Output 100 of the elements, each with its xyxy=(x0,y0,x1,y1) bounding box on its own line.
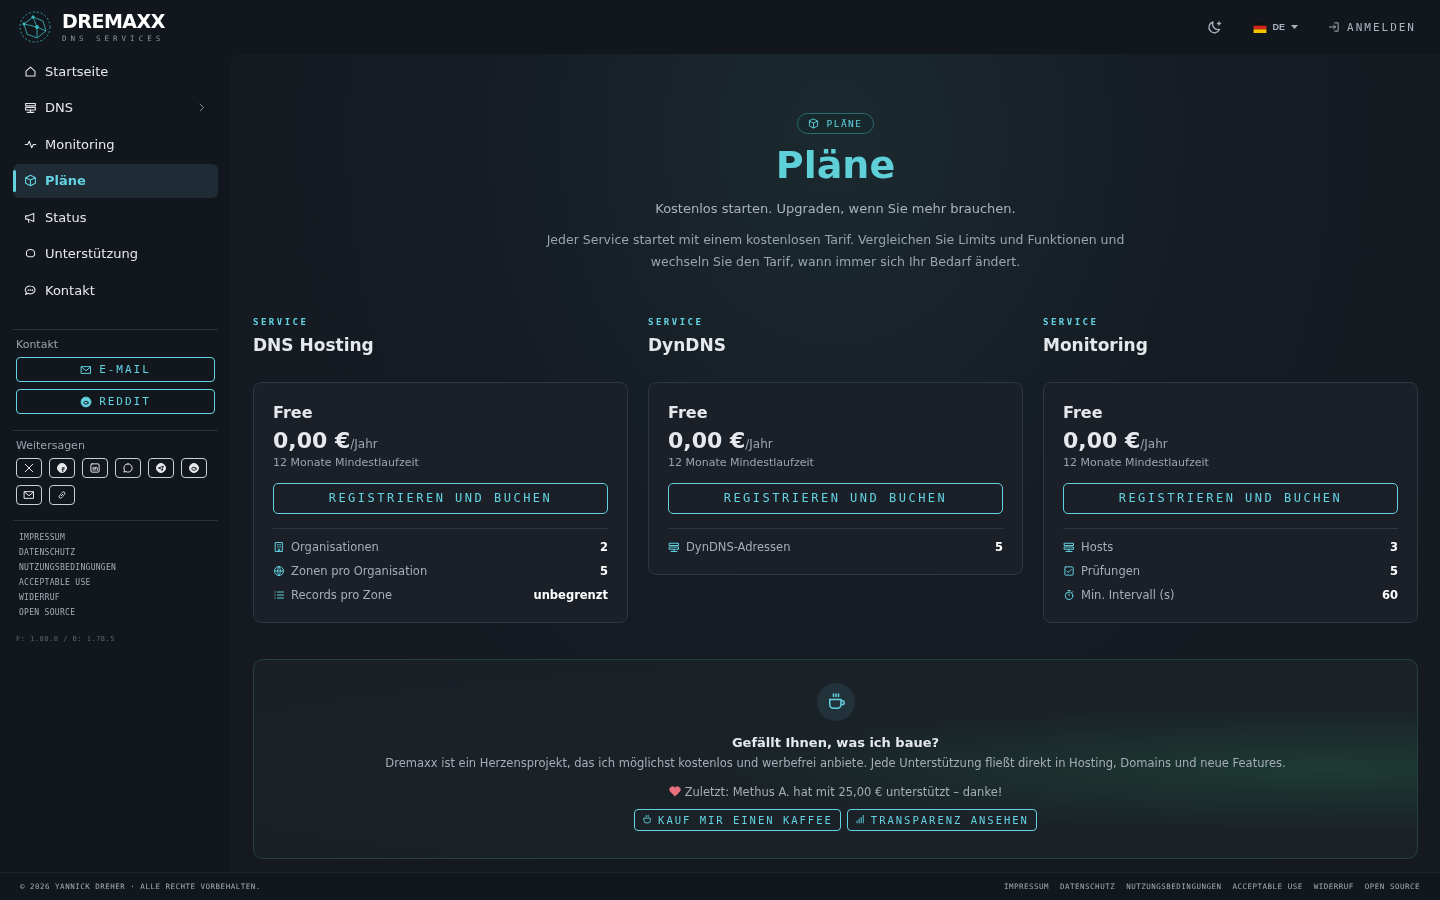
feature-label: Prüfungen xyxy=(1081,563,1142,578)
page-description: Jeder Service startet mit einem kostenlosen Tarif. Vergleichen Sie Limits und Funktionen und wechseln Sie den Tarif, wann immer sich Ihr Bedarf ändert. xyxy=(545,230,1126,271)
price-period: /Jahr xyxy=(1140,436,1168,451)
register-button[interactable]: REGISTRIEREN UND BUCHEN xyxy=(273,482,608,514)
plan-term: 12 Monate Mindestlaufzeit xyxy=(668,455,815,469)
plan-name: Free xyxy=(273,402,314,422)
caret-icon xyxy=(1291,25,1298,29)
feature-label: Zonen pro Organisation xyxy=(291,563,429,578)
cube-icon xyxy=(808,118,820,129)
list-icon xyxy=(273,588,285,601)
legal-link[interactable]: WIDERRUF xyxy=(19,593,60,602)
price-period: /Jahr xyxy=(745,436,773,451)
coffee-icon xyxy=(642,814,654,826)
feature-label: Records pro Zone xyxy=(291,587,394,602)
feature-value: 3 xyxy=(1390,539,1398,554)
link-icon xyxy=(56,489,68,501)
reddit-icon xyxy=(80,395,93,408)
checklist-icon xyxy=(1063,564,1075,577)
cube-icon xyxy=(24,174,37,187)
service-name: DynDNS xyxy=(648,334,727,355)
brand-name: DREMAXX xyxy=(62,11,165,31)
megaphone-icon xyxy=(24,210,37,224)
legal-link[interactable]: ACCEPTABLE USE xyxy=(19,578,91,587)
page-title: Pläne xyxy=(775,145,896,187)
register-button[interactable]: REGISTRIEREN UND BUCHEN xyxy=(668,482,1003,514)
plan-name: Free xyxy=(668,402,709,422)
server-icon xyxy=(24,101,37,114)
sidebar-item[interactable]: Monitoring xyxy=(13,127,218,161)
recent-supporter: Zuletzt: Methus A. hat mit 25,00 € unterstützt – danke! xyxy=(684,784,1003,799)
building-icon xyxy=(273,540,285,553)
contact-button[interactable]: E-MAIL xyxy=(16,357,215,382)
feature-label: Min. Intervall (s) xyxy=(1081,587,1176,602)
share-button[interactable] xyxy=(115,458,141,478)
feature-value: 60 xyxy=(1382,587,1398,602)
plan-term: 12 Monate Mindestlaufzeit xyxy=(273,455,420,469)
share-button[interactable] xyxy=(49,485,75,505)
feature-value: 5 xyxy=(995,539,1003,554)
service-label: SERVICE xyxy=(253,316,310,327)
reddit-icon xyxy=(188,462,200,474)
section-heading: Kontakt xyxy=(16,338,60,351)
support-button[interactable]: KAUF MIR EINEN KAFFEE xyxy=(634,808,841,831)
logo-icon xyxy=(18,10,52,44)
flag-icon xyxy=(1252,21,1267,33)
section-badge: PLÄNE xyxy=(797,113,874,134)
support-title: Gefällt Ihnen, was ich baue? xyxy=(731,734,940,750)
feature-value: 5 xyxy=(1390,563,1398,578)
heart-icon xyxy=(668,786,681,798)
support-button[interactable]: TRANSPARENZ ANSEHEN xyxy=(846,808,1037,831)
service-name: Monitoring xyxy=(1043,334,1149,355)
share-button[interactable] xyxy=(16,458,42,478)
section-heading: Weitersagen xyxy=(16,439,86,452)
telegram-icon xyxy=(155,462,167,474)
legal-link[interactable]: OPEN SOURCE xyxy=(19,608,76,617)
share-button[interactable] xyxy=(16,485,42,505)
legal-link[interactable]: NUTZUNGSBEDINGUNGEN xyxy=(19,563,117,572)
page-subtitle: Kostenlos starten. Upgraden, wenn Sie mehr brauchen. xyxy=(655,200,1016,216)
feature-label: Organisationen xyxy=(291,539,380,554)
bar-chart-icon xyxy=(854,814,866,826)
server-icon xyxy=(668,540,680,553)
home-icon xyxy=(24,64,37,78)
moon-icon xyxy=(1206,19,1223,35)
sidebar-item[interactable]: Pläne xyxy=(13,163,218,198)
price-period: /Jahr xyxy=(350,436,378,451)
feature-value: 5 xyxy=(600,563,608,578)
x-logo-icon xyxy=(23,462,35,474)
service-name: DNS Hosting xyxy=(253,334,375,355)
contact-button[interactable]: REDDIT xyxy=(16,389,215,414)
sidebar-item[interactable]: Kontakt xyxy=(13,273,218,307)
sidebar-item[interactable]: Startseite xyxy=(13,54,218,88)
sidebar-item[interactable]: Status xyxy=(13,200,218,234)
sidebar-item[interactable]: DNS xyxy=(13,90,218,125)
mail-icon xyxy=(80,363,93,376)
login-button[interactable]: ANMELDEN xyxy=(1328,20,1416,34)
share-button[interactable] xyxy=(181,458,207,478)
share-button[interactable] xyxy=(148,458,174,478)
share-button[interactable] xyxy=(82,458,108,478)
plan-name: Free xyxy=(1063,402,1104,422)
globe-icon xyxy=(273,564,285,577)
linkedin-icon xyxy=(89,462,101,474)
service-label: SERVICE xyxy=(1043,316,1100,327)
server-icon xyxy=(1063,540,1075,553)
legal-link[interactable]: DATENSCHUTZ xyxy=(19,548,76,557)
support-text: Dremaxx ist ein Herzensprojekt, das ich möglichst kostenlos und werbefrei anbiete. Jede Unterstützung fließt direkt in Hosting, Domains und neue Features. xyxy=(385,755,1286,770)
feature-label: DynDNS-Adressen xyxy=(686,539,792,554)
chat-icon xyxy=(24,283,37,297)
share-button[interactable] xyxy=(49,458,75,478)
feature-label: Hosts xyxy=(1081,539,1115,554)
mail-icon xyxy=(23,489,35,501)
language-selector[interactable]: DE xyxy=(1252,21,1298,33)
legal-link[interactable]: IMPRESSUM xyxy=(19,533,66,542)
coffee-icon xyxy=(816,682,855,721)
feature-value: unbegrenzt xyxy=(533,587,608,602)
service-label: SERVICE xyxy=(648,316,705,327)
register-button[interactable]: REGISTRIEREN UND BUCHEN xyxy=(1063,482,1398,514)
plan-price: 0,00 € xyxy=(273,427,351,453)
plan-price: 0,00 € xyxy=(668,427,746,453)
login-icon xyxy=(1328,21,1340,33)
feature-value: 2 xyxy=(600,539,608,554)
sidebar-item[interactable]: Unterstützung xyxy=(13,236,218,271)
plan-price: 0,00 € xyxy=(1063,427,1141,453)
